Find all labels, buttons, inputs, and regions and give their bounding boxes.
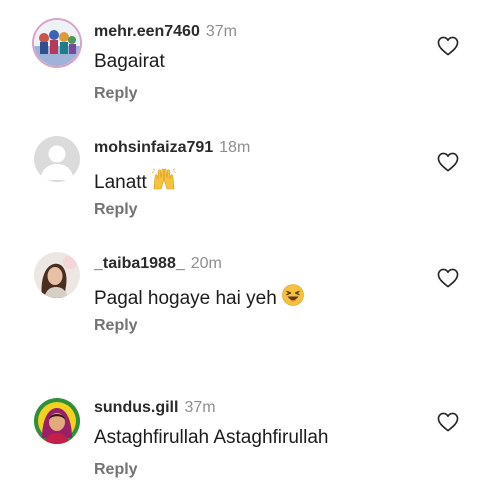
default-avatar-icon (34, 136, 80, 182)
avatar[interactable] (34, 136, 80, 182)
timestamp: 37m (205, 23, 237, 40)
reply-button[interactable]: Reply (94, 316, 138, 336)
avatar[interactable] (34, 398, 80, 444)
timestamp: 20m (190, 255, 222, 272)
avatar-illustration (34, 398, 80, 444)
laughing-face-emoji (281, 283, 305, 314)
like-button[interactable] (437, 268, 459, 288)
comment-meta: mehr.een7460 37m (94, 22, 237, 42)
heart-outline-icon (437, 36, 459, 56)
avatar[interactable] (34, 20, 80, 66)
comment-text-content: Lanatt (94, 172, 147, 193)
reply-button[interactable]: Reply (94, 84, 138, 104)
heart-outline-icon (437, 268, 459, 288)
comment-text: Pagal hogaye hai yeh (94, 283, 305, 314)
heart-outline-icon (437, 152, 459, 172)
like-button[interactable] (437, 412, 459, 432)
timestamp: 37m (184, 399, 216, 416)
like-button[interactable] (437, 36, 459, 56)
username[interactable]: sundus.gill (94, 399, 178, 416)
comment-meta: mohsinfaiza791 18m (94, 138, 250, 158)
username[interactable]: mohsinfaiza791 (94, 139, 213, 156)
comment-text-content: Astaghfirullah Astaghfirullah (94, 427, 329, 448)
comment-meta: _taiba1988_ 20m (94, 254, 222, 274)
comment-text-content: Pagal hogaye hai yeh (94, 288, 277, 309)
raising-hands-emoji (151, 167, 177, 198)
username[interactable]: _taiba1988_ (94, 255, 185, 272)
comment-text: Bagairat (94, 50, 165, 74)
timestamp: 18m (219, 139, 251, 156)
comment-text: Astaghfirullah Astaghfirullah (94, 426, 328, 450)
like-button[interactable] (437, 152, 459, 172)
avatar[interactable] (34, 252, 80, 298)
avatar-group-photo (34, 20, 80, 66)
comment-meta: sundus.gill 37m (94, 398, 216, 418)
reply-button[interactable]: Reply (94, 460, 138, 480)
heart-outline-icon (437, 412, 459, 432)
comment-text: Lanatt (94, 167, 177, 198)
comment-text-content: Bagairat (94, 51, 165, 72)
username[interactable]: mehr.een7460 (94, 23, 200, 40)
reply-button[interactable]: Reply (94, 200, 138, 220)
avatar-profile-photo (34, 252, 80, 298)
